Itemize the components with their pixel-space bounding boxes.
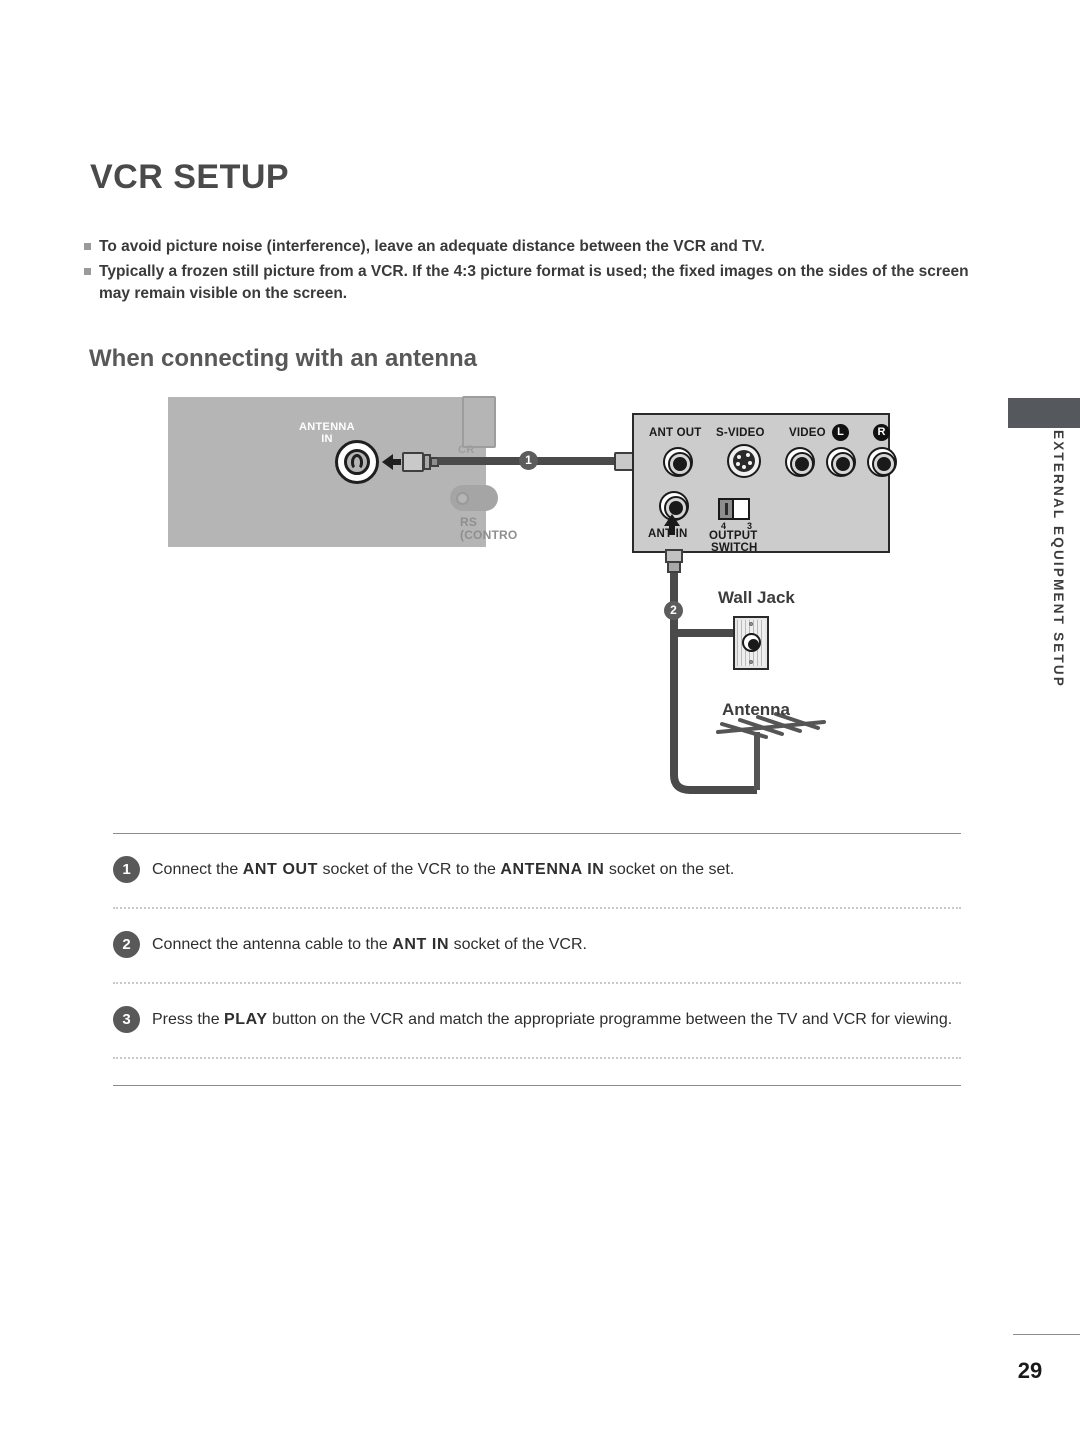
switch-toggle-handle[interactable]	[720, 500, 734, 518]
side-tab-marker	[1008, 398, 1080, 428]
wall-plate-screw	[749, 622, 753, 626]
square-bullet-icon	[84, 268, 91, 275]
vcr-audio-left-socket	[826, 447, 856, 477]
step-text: Press the PLAY button on the VCR and mat…	[152, 1011, 953, 1028]
vcr-ant-out-label: ANT OUT	[649, 427, 702, 439]
step-text: Connect the ANT OUT socket of the VCR to…	[152, 861, 735, 878]
step-block: 3 Press the PLAY button on the VCR and m…	[113, 984, 961, 1059]
intro-bullet-item: Typically a frozen still picture from a …	[84, 261, 974, 305]
square-bullet-icon	[84, 243, 91, 250]
step-block: 1 Connect the ANT OUT socket of the VCR …	[113, 834, 961, 909]
s-video-barrel	[733, 450, 755, 472]
vcr-ant-in-label: ANT IN	[648, 528, 688, 540]
vcr-output-switch[interactable]	[718, 498, 750, 520]
tv-cutoff-label: CR	[458, 444, 475, 456]
side-tab-label: EXTERNAL EQUIPMENT SETUP	[1051, 430, 1066, 689]
tv-cutoff-slot	[462, 396, 496, 448]
tv-antenna-in-label: ANTENNA IN	[168, 421, 486, 445]
section-heading: When connecting with an antenna	[89, 345, 478, 372]
intro-bullet-list: To avoid picture noise (interference), l…	[84, 236, 974, 308]
step-row: 1 Connect the ANT OUT socket of the VCR …	[113, 834, 961, 883]
s-video-pin	[736, 462, 740, 466]
tv-rs232-screwhole	[456, 492, 469, 505]
step-row: 2 Connect the antenna cable to the ANT I…	[113, 909, 961, 958]
s-video-pin	[742, 465, 746, 469]
tv-antenna-in-socket	[335, 440, 379, 484]
step-number-badge: 3	[113, 1006, 140, 1033]
vcr-s-video-socket	[727, 444, 761, 478]
switch-track	[734, 500, 748, 518]
step-number-badge: 2	[113, 931, 140, 958]
step-block: 2 Connect the antenna cable to the ANT I…	[113, 909, 961, 984]
arrow-into-ant-in-tail	[669, 525, 675, 535]
footer-rule	[1013, 1334, 1080, 1335]
antenna-label: Antenna	[722, 700, 790, 719]
callout-badge-2: 2	[664, 601, 683, 620]
coax-center-pin	[351, 454, 363, 470]
vcr-audio-right-socket	[867, 447, 897, 477]
wall-plate-screw	[749, 660, 753, 664]
intro-bullet-text: Typically a frozen still picture from a …	[99, 263, 969, 302]
callout-badge-1: 1	[519, 451, 538, 470]
audio-left-icon: L	[832, 424, 849, 441]
s-video-pin	[748, 461, 752, 465]
step-number-badge: 1	[113, 856, 140, 883]
s-video-pin	[737, 455, 741, 459]
step-divider	[113, 1057, 961, 1059]
vcr-s-video-label: S-VIDEO	[716, 427, 765, 439]
steps-bottom-rule	[113, 1085, 961, 1086]
wall-jack-label: Wall Jack	[718, 588, 795, 607]
tv-back-panel: ANTENNA IN	[168, 397, 486, 547]
tv-antenna-in-line2: IN	[321, 433, 333, 446]
s-video-pin	[746, 453, 750, 457]
coax-plug-tv-end	[402, 450, 439, 474]
vcr-video-socket	[785, 447, 815, 477]
audio-right-icon: R	[873, 424, 890, 441]
plug-body	[402, 452, 424, 472]
tv-rs232-label: RS (CONTRO	[460, 516, 517, 541]
plug-body	[614, 452, 634, 471]
step-text: Connect the antenna cable to the ANT IN …	[152, 936, 587, 953]
page-number: 29	[1017, 1358, 1043, 1383]
intro-bullet-item: To avoid picture noise (interference), l…	[84, 236, 974, 258]
step-row: 3 Press the PLAY button on the VCR and m…	[113, 984, 961, 1033]
intro-bullet-text: To avoid picture noise (interference), l…	[99, 238, 765, 255]
page-title: VCR SETUP	[90, 158, 290, 196]
vcr-output-switch-label-line2: SWITCH	[711, 542, 758, 554]
vcr-output-switch-label-line1: OUTPUT	[709, 530, 758, 542]
coax-plug-ant-in-end	[663, 549, 685, 573]
tv-antenna-in-line1: ANTENNA	[299, 421, 355, 433]
plug-neck	[667, 561, 681, 573]
tv-rs232-label-line2: (CONTRO	[460, 527, 518, 542]
tv-rs232-label-line1: RS	[460, 515, 478, 529]
vcr-video-label: VIDEO	[789, 427, 826, 439]
wall-jack-coax-socket	[742, 633, 761, 652]
arrow-into-tv-tail	[391, 459, 401, 465]
instruction-steps: 1 Connect the ANT OUT socket of the VCR …	[113, 833, 961, 1086]
vcr-ant-out-socket	[663, 447, 693, 477]
